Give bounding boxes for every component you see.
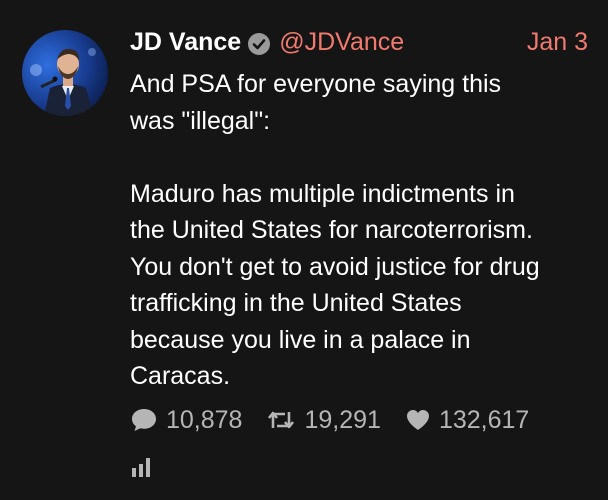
author-handle[interactable]: @JDVance — [279, 24, 404, 60]
reply-button[interactable]: 10,878 — [130, 406, 242, 435]
author-name[interactable]: JD Vance — [130, 24, 241, 60]
tweet-line: because you live in a palace in — [130, 325, 471, 354]
tweet-line: Caracas. — [130, 362, 231, 390]
tweet-body: And PSA for everyone saying this was "il… — [130, 66, 600, 395]
tweet-card[interactable]: JD Vance @JDVance Jan 3 And PSA for ever… — [0, 0, 608, 500]
retweet-count: 19,291 — [304, 405, 381, 434]
tweet-line: trafficking in the United States — [130, 289, 462, 317]
tweet-date[interactable]: Jan 3 — [527, 24, 588, 60]
bar-chart-icon — [132, 458, 150, 477]
retweet-button[interactable]: 19,291 — [266, 405, 381, 435]
tweet-line: And PSA for everyone saying this — [130, 70, 502, 98]
like-button[interactable]: 132,617 — [405, 406, 529, 435]
tweet-line: the United States for narcoterrorism. — [130, 216, 533, 244]
tweet-line: was "illegal": — [130, 106, 271, 135]
verified-badge-icon — [247, 30, 271, 55]
heart-icon — [406, 410, 429, 430]
retweet-icon — [268, 411, 295, 429]
analytics-button[interactable] — [131, 456, 153, 478]
tweet-line: Maduro has multiple indictments in — [130, 179, 515, 208]
reply-count: 10,878 — [166, 405, 243, 434]
speech-bubble-icon — [132, 409, 156, 431]
tweet-line: You don't get to avoid justice for drug — [130, 252, 540, 281]
tweet-line-blank — [130, 139, 600, 176]
avatar[interactable] — [22, 30, 108, 116]
tweet-header: JD Vance @JDVance Jan 3 — [130, 24, 588, 60]
tweet-stats: 10,878 19,291 132,617 — [130, 402, 553, 438]
avatar-image — [22, 30, 108, 116]
like-count: 132,617 — [438, 405, 530, 434]
